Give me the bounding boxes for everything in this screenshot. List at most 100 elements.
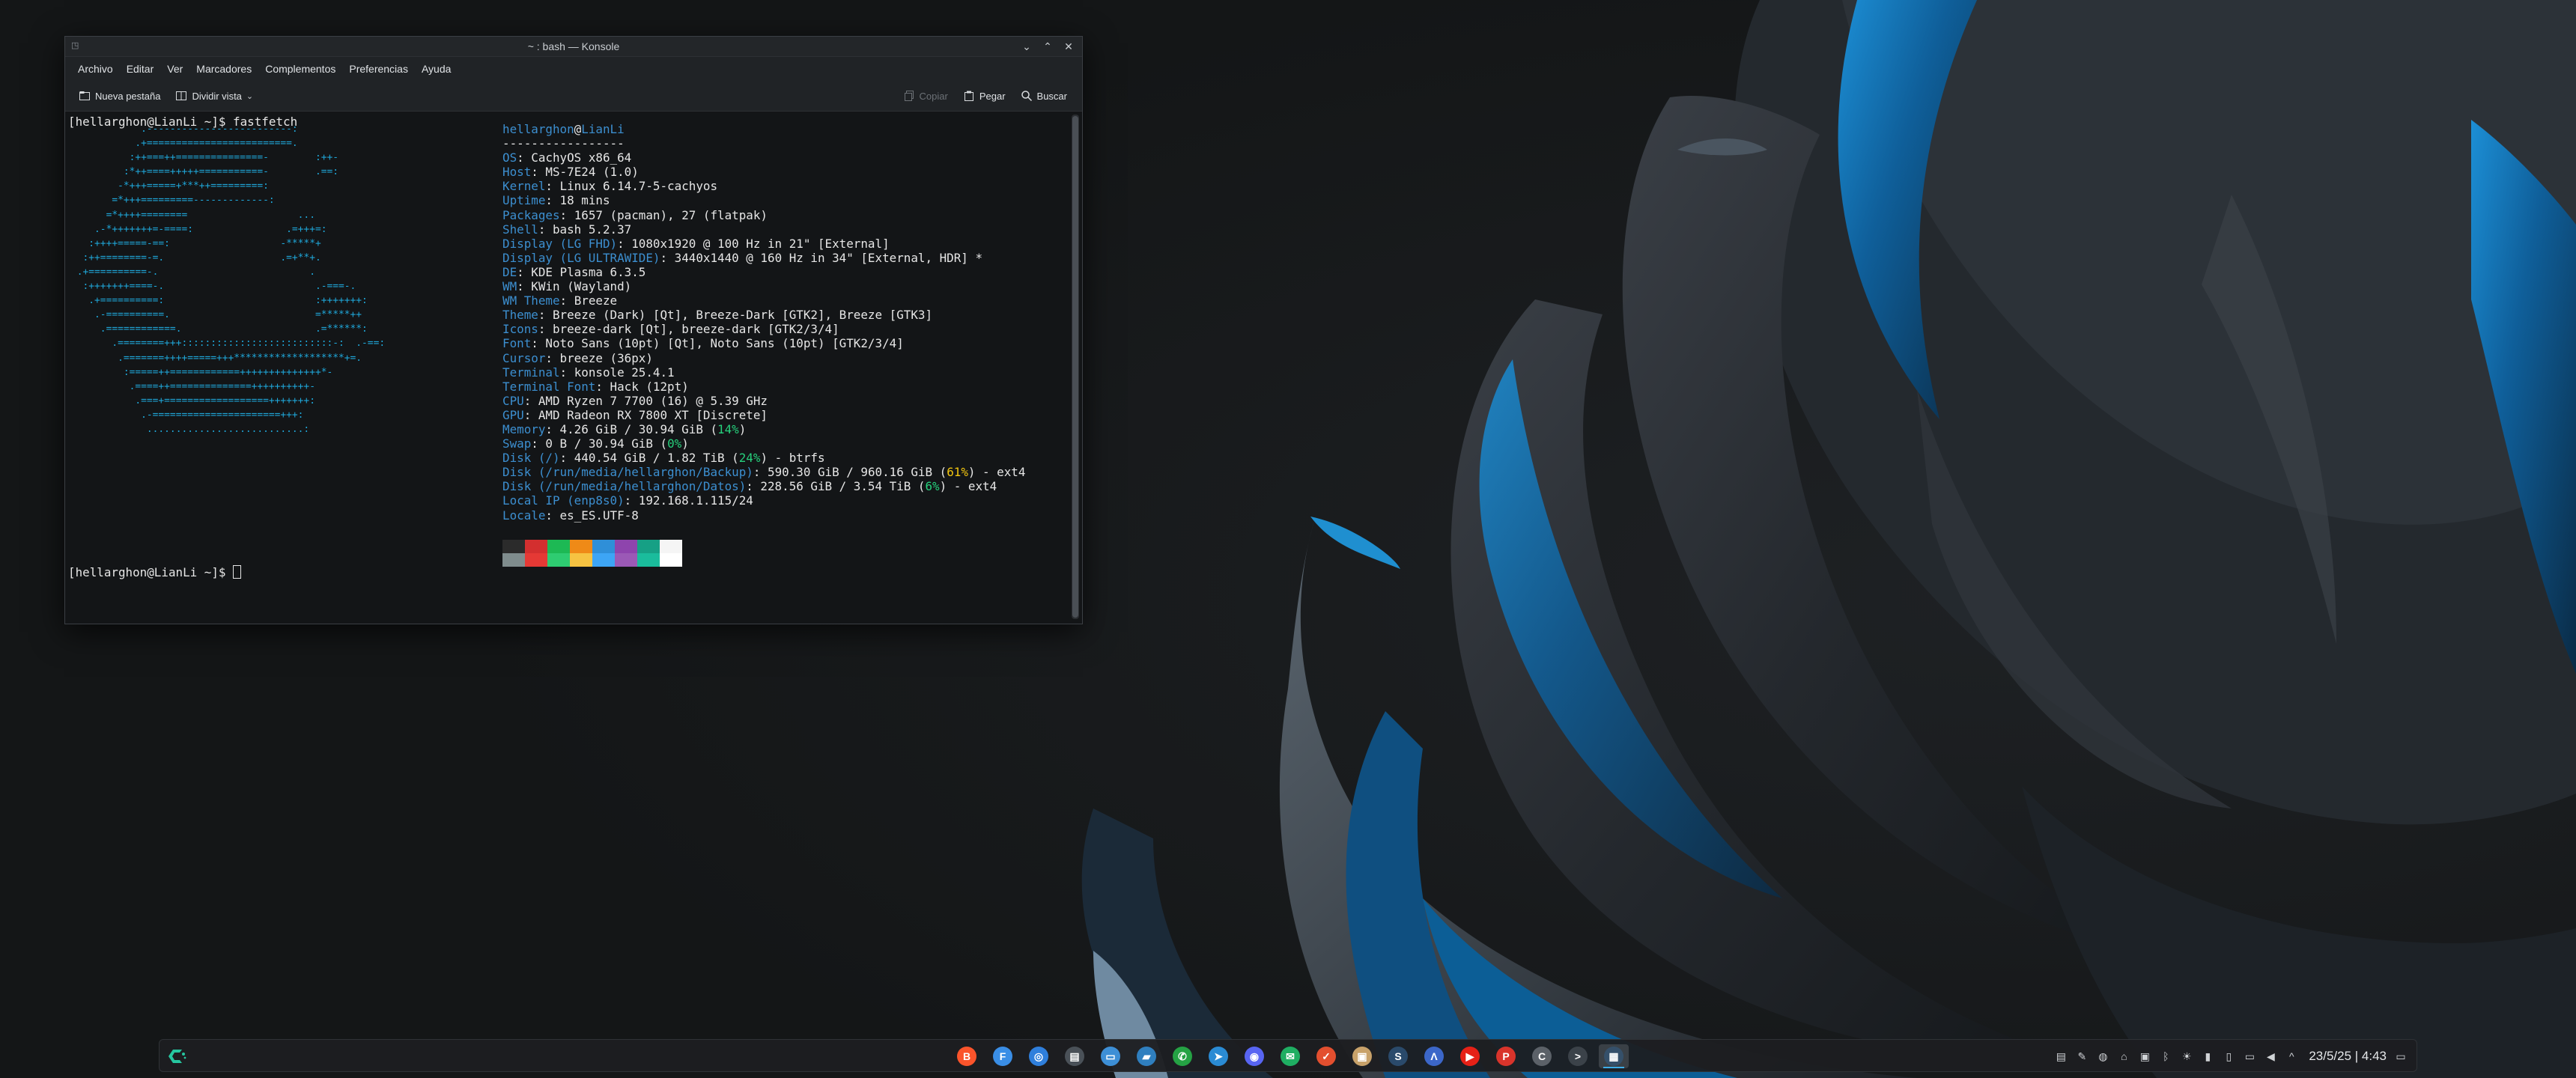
youtube-icon: ▶: [1460, 1047, 1480, 1066]
search-button[interactable]: Buscar: [1013, 84, 1075, 108]
task-vpn[interactable]: Λ: [1419, 1044, 1449, 1068]
menu-complementos[interactable]: Complementos: [258, 57, 342, 81]
info-row: WM: KWin (Wayland): [502, 279, 632, 294]
copy-icon: [904, 91, 914, 101]
info-row: Display (LG FHD): 1080x1920 @ 100 Hz in …: [502, 236, 890, 251]
paste-icon: [964, 91, 973, 101]
logo-line: .+==========: :+++++++:: [71, 295, 368, 307]
task-window-manager[interactable]: ▤: [1060, 1044, 1090, 1068]
system-tray: ▤ ✎ ◍ ⌂ ▣ ᛒ ☀ ▮ ▯ ▭ ◀ ^ 23/5/25 | 4:43 ▭: [2054, 1040, 2408, 1073]
copy-button[interactable]: Copiar: [896, 84, 956, 108]
logo-line: :=====++============++++++++++++++*-: [71, 366, 333, 378]
color-swatch: [615, 553, 637, 567]
cachy-browser-icon: C: [1532, 1047, 1552, 1066]
info-row: Disk (/run/media/hellarghon/Backup): 590…: [502, 465, 1026, 480]
info-row: Uptime: 18 mins: [502, 193, 610, 208]
info-row: Kernel: Linux 6.14.7-5-cachyos: [502, 179, 718, 194]
scrollbar-thumb[interactable]: [1072, 116, 1078, 618]
split-view-button[interactable]: Dividir vista ⌄: [168, 84, 261, 108]
steam-tray-icon[interactable]: ◍: [2096, 1050, 2109, 1063]
logo-line: .====++==============++++++++++-: [71, 380, 315, 392]
info-row: GPU: AMD Radeon RX 7800 XT [Discrete]: [502, 407, 768, 422]
archive-tray-icon[interactable]: ▣: [2138, 1050, 2151, 1063]
vpn-icon: Λ: [1424, 1047, 1444, 1066]
logo-line: .-------------------------:: [71, 124, 298, 135]
info-row: Disk (/run/media/hellarghon/Datos): 228.…: [502, 479, 997, 494]
info-row: Theme: Breeze (Dark) [Qt], Breeze-Dark […: [502, 308, 933, 323]
info-row: Terminal: konsole 25.4.1: [502, 365, 675, 380]
konsole-icon: ▦: [1604, 1047, 1623, 1066]
task-pdf-reader[interactable]: P: [1491, 1044, 1521, 1068]
vpn-tray-icon[interactable]: ⌂: [2117, 1050, 2130, 1063]
color-swatch: [570, 540, 592, 553]
task-telegram[interactable]: ➤: [1203, 1044, 1233, 1068]
disk-icon[interactable]: ▯: [2222, 1050, 2235, 1063]
volume-icon[interactable]: ◀: [2264, 1050, 2277, 1063]
show-desktop-icon[interactable]: ▭: [2394, 1050, 2408, 1063]
logo-line: =*++++======== ...: [71, 209, 315, 221]
task-folder[interactable]: ▭: [1096, 1044, 1126, 1068]
info-row: Disk (/): 440.54 GiB / 1.82 TiB (24%) - …: [502, 451, 825, 466]
info-row: Terminal Font: Hack (12pt): [502, 379, 689, 394]
menu-marcadores[interactable]: Marcadores: [189, 57, 258, 81]
notes-icon[interactable]: ✎: [2075, 1050, 2089, 1063]
search-label: Buscar: [1036, 90, 1067, 102]
cachyos-ascii-logo: .-------------------------: .+==========…: [71, 122, 385, 436]
minimize-button[interactable]: ⌄: [1019, 39, 1034, 54]
menu-preferencias[interactable]: Preferencias: [342, 57, 415, 81]
folder-icon: ▭: [1101, 1047, 1120, 1066]
info-row: Font: Noto Sans (10pt) [Qt], Noto Sans (…: [502, 336, 904, 351]
terminal-area[interactable]: [hellarghon@LianLi ~]$ fastfetch .------…: [65, 112, 1082, 624]
color-swatch: [660, 553, 682, 567]
tasks-icon: ✓: [1316, 1047, 1336, 1066]
task-mail[interactable]: ✉: [1275, 1044, 1305, 1068]
task-whatsapp[interactable]: ✆: [1167, 1044, 1197, 1068]
clipboard-icon[interactable]: ▤: [2054, 1050, 2068, 1063]
task-archive[interactable]: ▣: [1347, 1044, 1377, 1068]
info-row: Local IP (enp8s0): 192.168.1.115/24: [502, 493, 753, 508]
bluetooth-icon[interactable]: ᛒ: [2159, 1050, 2172, 1063]
task-terminal[interactable]: >: [1563, 1044, 1593, 1068]
task-files[interactable]: ▰: [1131, 1044, 1161, 1068]
color-palette: [502, 540, 682, 567]
brave-icon: B: [957, 1047, 976, 1066]
expand-tray-icon[interactable]: ^: [2285, 1050, 2298, 1063]
task-fedistar[interactable]: F: [988, 1044, 1018, 1068]
task-steam[interactable]: S: [1383, 1044, 1413, 1068]
info-row: Memory: 4.26 GiB / 30.94 GiB (14%): [502, 421, 747, 436]
menu-editar[interactable]: Editar: [120, 57, 161, 81]
new-tab-icon: [79, 91, 90, 100]
battery-icon[interactable]: ▮: [2201, 1050, 2214, 1063]
clock[interactable]: 23/5/25 | 4:43: [2309, 1049, 2387, 1064]
konsole-window[interactable]: ◳ ~ : bash — Konsole ⌄ ⌃ ✕ Archivo Edita…: [64, 36, 1083, 624]
close-button[interactable]: ✕: [1061, 39, 1076, 54]
task-brave[interactable]: B: [952, 1044, 982, 1068]
app-launcher-icon[interactable]: [165, 1045, 188, 1068]
archive-icon: ▣: [1352, 1047, 1372, 1066]
paste-label: Pegar: [979, 90, 1006, 102]
new-tab-button[interactable]: Nueva pestaña: [71, 84, 168, 108]
color-swatch: [525, 540, 547, 553]
maximize-button[interactable]: ⌃: [1040, 39, 1055, 54]
task-browser[interactable]: ◎: [1024, 1044, 1054, 1068]
terminal-icon: >: [1568, 1047, 1588, 1066]
menu-archivo[interactable]: Archivo: [71, 57, 120, 81]
color-swatch: [592, 553, 615, 567]
menu-ayuda[interactable]: Ayuda: [415, 57, 458, 81]
command-line-2[interactable]: [hellarghon@LianLi ~]$: [68, 565, 242, 579]
logo-line: :++++=====-==: -*****+: [71, 237, 321, 249]
task-youtube[interactable]: ▶: [1455, 1044, 1485, 1068]
paste-button[interactable]: Pegar: [956, 84, 1013, 108]
logo-line: .===+==================+++++++:: [71, 395, 315, 406]
brightness-icon[interactable]: ☀: [2180, 1050, 2193, 1063]
display-icon[interactable]: ▭: [2243, 1050, 2256, 1063]
window-titlebar[interactable]: ◳ ~ : bash — Konsole ⌄ ⌃ ✕: [65, 37, 1082, 57]
task-tasks[interactable]: ✓: [1311, 1044, 1341, 1068]
task-konsole[interactable]: ▦: [1599, 1044, 1629, 1068]
task-discord[interactable]: ◉: [1239, 1044, 1269, 1068]
logo-line: .-======================+++:: [71, 409, 304, 421]
task-cachy-browser[interactable]: C: [1527, 1044, 1557, 1068]
menu-ver[interactable]: Ver: [160, 57, 189, 81]
scrollbar[interactable]: [1072, 115, 1079, 619]
window-manager-icon: ▤: [1065, 1047, 1084, 1066]
